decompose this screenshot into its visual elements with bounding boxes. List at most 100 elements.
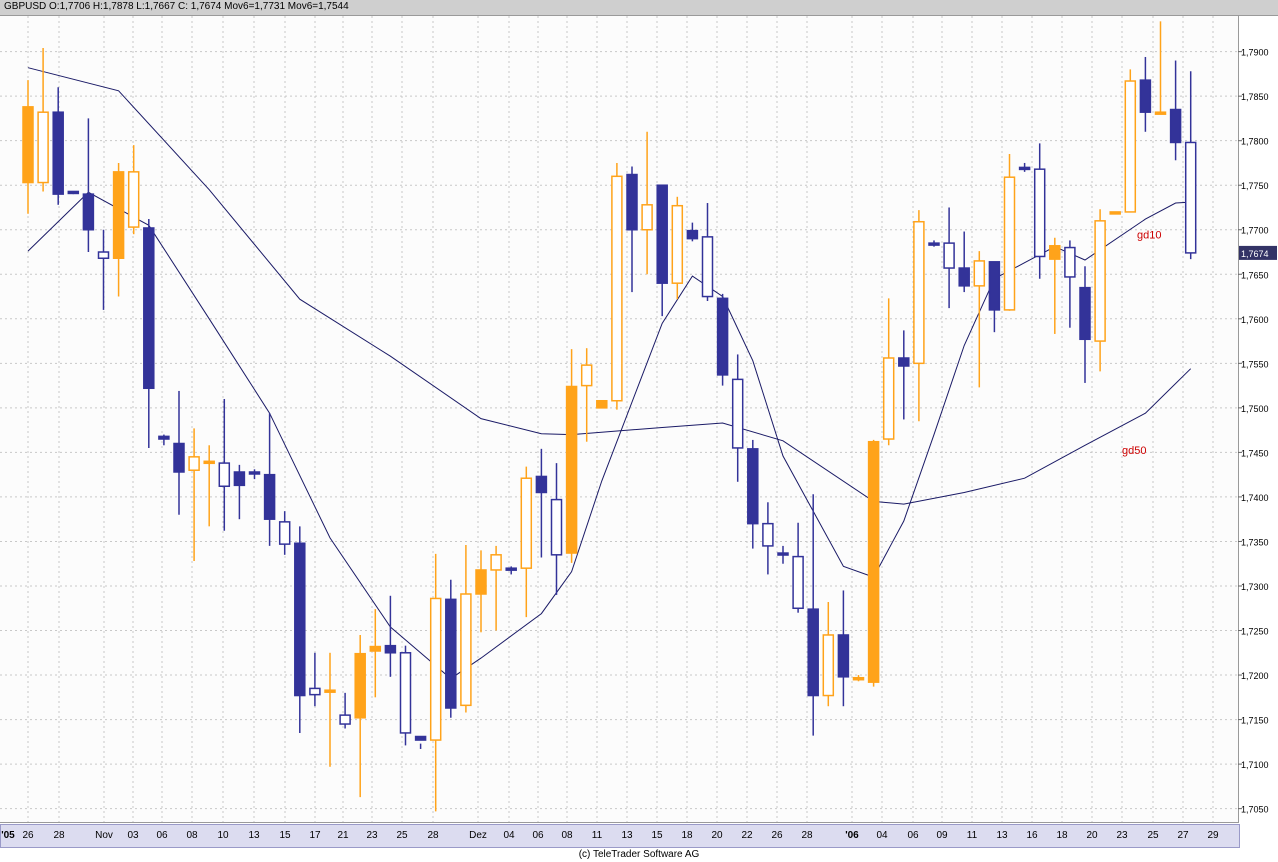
date-tick-label: 26	[22, 830, 34, 841]
candle-body	[1154, 111, 1167, 115]
candlestick-chart[interactable]: 1,7050 1,7100 1,7150 1,7200 1,7250 1,7300 1,73…	[0, 0, 1278, 862]
candle-body	[233, 471, 246, 487]
date-tick-label: 18	[1056, 830, 1068, 841]
candle-body	[127, 171, 140, 228]
candle-body	[1033, 168, 1046, 258]
candle-down	[158, 434, 170, 446]
candle-body	[1109, 211, 1121, 215]
date-tick-label: '06	[845, 830, 859, 841]
date-tick-label: '05	[1, 830, 15, 841]
candle-body	[1139, 79, 1152, 113]
candle-body	[97, 251, 110, 259]
candle-up	[852, 675, 865, 682]
candle-down	[792, 522, 804, 613]
date-tick-label: 03	[127, 830, 139, 841]
candle-body	[882, 357, 895, 440]
candle-body	[505, 567, 517, 571]
date-tick-label: 21	[337, 830, 349, 841]
candle-body	[399, 652, 412, 734]
candle-down	[958, 231, 970, 293]
price-tick-label: 1,7500	[1241, 404, 1269, 414]
candle-body	[837, 634, 850, 678]
date-tick-label: 06	[532, 830, 544, 841]
candle-body	[37, 111, 49, 184]
candle-down	[807, 494, 819, 736]
candle-body	[762, 522, 774, 547]
candle-body	[248, 471, 261, 475]
candle-body	[656, 184, 668, 284]
date-tick-label: 23	[1116, 830, 1128, 841]
price-tick-label: 1,7450	[1241, 448, 1269, 458]
candle-up	[1049, 237, 1061, 334]
candle-body	[988, 261, 1001, 311]
candle-body	[67, 190, 80, 195]
candle-down	[263, 413, 276, 546]
date-tick-label: 17	[309, 830, 321, 841]
candle-body	[369, 645, 382, 652]
candle-down	[656, 184, 668, 317]
candle-body	[263, 473, 276, 520]
candle-down	[716, 293, 729, 386]
date-tick-label: 10	[217, 830, 229, 841]
date-tick-label: 18	[681, 830, 693, 841]
series-label-gd50: gd50	[1122, 445, 1146, 457]
price-tick-label: 1,7550	[1241, 359, 1269, 369]
date-tick-label: 22	[741, 830, 753, 841]
candle-up	[565, 349, 578, 563]
candle-down	[309, 652, 321, 707]
candle-up	[1094, 209, 1106, 372]
date-tick-label: 13	[996, 830, 1008, 841]
candle-body	[1124, 80, 1137, 213]
candle-body	[52, 111, 64, 195]
candle-down	[173, 390, 185, 515]
date-tick-label: 27	[1177, 830, 1189, 841]
date-tick-label: 13	[248, 830, 260, 841]
candle-down	[1033, 143, 1046, 279]
date-tick-label: 16	[1026, 830, 1038, 841]
candle-body	[173, 442, 185, 473]
price-tick-label: 1,7350	[1241, 537, 1269, 547]
date-tick-label: 26	[771, 830, 783, 841]
candle-body	[354, 652, 366, 719]
date-tick-label: 04	[503, 830, 515, 841]
price-tick-label: 1,7800	[1241, 137, 1269, 147]
candle-body	[188, 456, 200, 471]
candle-down	[445, 579, 457, 718]
candle-up	[490, 545, 502, 631]
candle-body	[520, 477, 533, 569]
candle-body	[445, 598, 457, 709]
candle-body	[22, 106, 34, 184]
candle-up	[203, 445, 215, 527]
candle-body	[852, 676, 865, 681]
candle-body	[596, 399, 608, 409]
candle-down	[384, 595, 397, 677]
candle-down	[52, 87, 64, 205]
candle-down	[218, 398, 231, 531]
date-tick-label: 25	[396, 830, 408, 841]
candle-down	[505, 566, 517, 575]
candle-up	[354, 634, 366, 798]
candle-body	[928, 242, 940, 246]
candle-down	[414, 735, 427, 749]
candle-down	[1139, 56, 1152, 132]
candle-body	[731, 378, 744, 449]
candle-down	[233, 464, 246, 520]
candle-down	[339, 692, 351, 729]
candle-body	[867, 440, 880, 683]
price-tick-label: 1,7100	[1241, 760, 1269, 770]
candle-body	[716, 297, 729, 376]
candle-down	[762, 502, 774, 575]
candle-up	[671, 196, 684, 300]
date-tick-label: 04	[876, 830, 888, 841]
candle-down	[294, 526, 306, 733]
candle-body	[294, 542, 306, 697]
date-tick-label: Dez	[469, 830, 487, 841]
candle-body	[822, 634, 835, 697]
candle-body	[1184, 141, 1197, 254]
candle-body	[1064, 246, 1076, 278]
date-tick-label: 29	[1207, 830, 1219, 841]
date-tick-label: Nov	[95, 830, 113, 841]
candle-body	[490, 554, 502, 571]
ma-line-gd10	[27, 191, 1191, 680]
candle-down	[988, 261, 1001, 333]
